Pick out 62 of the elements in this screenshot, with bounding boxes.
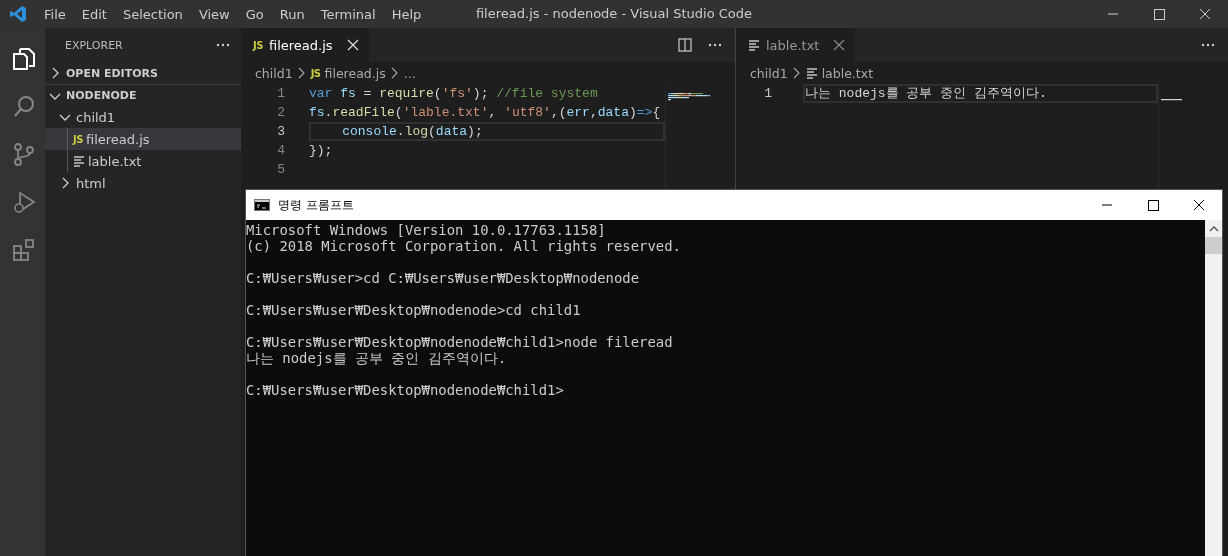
editor-tab[interactable]: lable.txt — [736, 28, 856, 62]
menu-item[interactable]: Go — [237, 6, 272, 22]
window-title: fileread.js - nodenode - Visual Studio Code — [475, 6, 753, 21]
menu-item[interactable]: Selection — [114, 6, 191, 22]
console-line: (c) 2018 Microsoft Corporation. All rights reserved. — [246, 238, 681, 254]
js-file-icon: JS — [73, 133, 83, 145]
breadcrumb-item[interactable]: lable.txt — [821, 65, 874, 81]
command-prompt-icon — [254, 199, 270, 211]
console-line: Microsoft Windows [Version 10.0.17763.1158] — [246, 222, 606, 238]
line-number: 2 — [276, 105, 285, 120]
breadcrumb-item[interactable]: child1 — [255, 65, 293, 81]
menu-item[interactable]: Run — [271, 6, 313, 22]
menu-item[interactable]: View — [190, 6, 238, 22]
maximize-icon[interactable] — [1151, 8, 1167, 20]
section-title: OPEN EDITORS — [66, 66, 158, 80]
scrollbar-thumb[interactable] — [1205, 237, 1222, 254]
minimap-drawing — [668, 93, 710, 101]
vscode-logo-icon — [9, 5, 27, 23]
tree-item[interactable]: html — [76, 175, 106, 191]
console-line: C:₩Users₩user₩Desktop₩nodenode₩child1>node fileread — [246, 334, 673, 350]
text-file-icon — [805, 67, 818, 79]
window-title: 명령 프롬프트 — [278, 196, 354, 214]
console-line: 나는 nodejs를 공부 중인 김주역이다. — [246, 350, 506, 366]
text-file-icon — [748, 39, 760, 51]
tree-item[interactable]: lable.txt — [88, 153, 142, 169]
editor-tab[interactable]: JS fileread.js — [241, 28, 369, 62]
breadcrumb-item[interactable]: ... — [403, 65, 416, 81]
section-header[interactable]: NODENODE — [45, 84, 241, 106]
code-line: fs.readFile('lable.txt', 'utf8',(err,data)=>{ — [309, 104, 662, 122]
breadcrumb-item[interactable]: fileread.js — [324, 65, 386, 81]
js-file-icon: JS — [253, 39, 263, 51]
code-line: var fs = require('fs'); //file system — [309, 85, 599, 103]
tree-item[interactable]: child1 — [76, 109, 116, 125]
chevron-right-icon — [296, 67, 307, 79]
chevron-right-icon — [389, 67, 400, 79]
console-line: C:₩Users₩user₩Desktop₩nodenode>cd child1 — [246, 302, 581, 318]
section-title: NODENODE — [66, 89, 137, 102]
menu-item[interactable]: Help — [383, 6, 430, 22]
close-icon[interactable] — [1191, 199, 1207, 211]
code-line: }); — [309, 142, 334, 160]
js-file-icon: JS — [310, 67, 321, 79]
breadcrumb-item[interactable]: child1 — [750, 65, 788, 81]
line-number: 3 — [276, 124, 285, 139]
tree-item[interactable]: fileread.js — [85, 131, 150, 147]
close-icon[interactable] — [1197, 8, 1213, 20]
section-header[interactable]: OPEN EDITORS — [45, 62, 241, 84]
menu-item[interactable]: Edit — [73, 6, 115, 22]
chevron-right-icon — [791, 67, 802, 79]
line-number: 5 — [276, 162, 285, 177]
chevron-up-icon[interactable] — [1208, 225, 1219, 232]
menu-item[interactable]: Terminal — [312, 6, 384, 22]
split-editor-icon[interactable] — [677, 37, 693, 53]
console-line: C:₩Users₩user₩Desktop₩nodenode₩child1> — [246, 382, 564, 398]
line-number: 1 — [276, 86, 285, 101]
text-file-icon — [73, 155, 85, 167]
line-number: 1 — [763, 86, 772, 101]
menu-item[interactable]: File — [36, 6, 74, 22]
line-number: 4 — [276, 143, 285, 158]
maximize-icon[interactable] — [1145, 199, 1161, 211]
explorer-title: EXPLORER — [65, 38, 123, 52]
scrollbar[interactable] — [1205, 220, 1222, 556]
console-line: C:₩Users₩user>cd C:₩Users₩user₩Desktop₩nodenode — [246, 270, 640, 286]
